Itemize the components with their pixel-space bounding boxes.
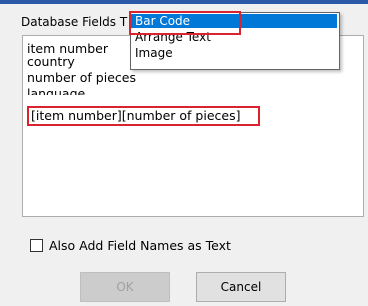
field-item[interactable]: number of pieces: [27, 70, 136, 85]
dialog: Database Fields T item number country nu…: [8, 4, 364, 306]
field-item[interactable]: language: [27, 86, 85, 95]
combined-field-item[interactable]: [item number][number of pieces]: [27, 106, 260, 126]
menu-item-image[interactable]: Image: [131, 46, 337, 60]
menu-item-arrange-text[interactable]: Arrange Text: [131, 30, 337, 44]
field-item[interactable]: country: [27, 54, 75, 69]
cancel-button[interactable]: Cancel: [196, 272, 286, 302]
add-field-names-checkbox[interactable]: [30, 239, 43, 252]
menu-item-bar-code[interactable]: Bar Code: [131, 14, 337, 28]
database-fields-label: Database Fields T: [21, 15, 128, 29]
ok-button[interactable]: OK: [80, 272, 170, 302]
context-menu: Bar Code Arrange Text Image: [130, 12, 340, 70]
add-field-names-label[interactable]: Also Add Field Names as Text: [49, 239, 231, 253]
